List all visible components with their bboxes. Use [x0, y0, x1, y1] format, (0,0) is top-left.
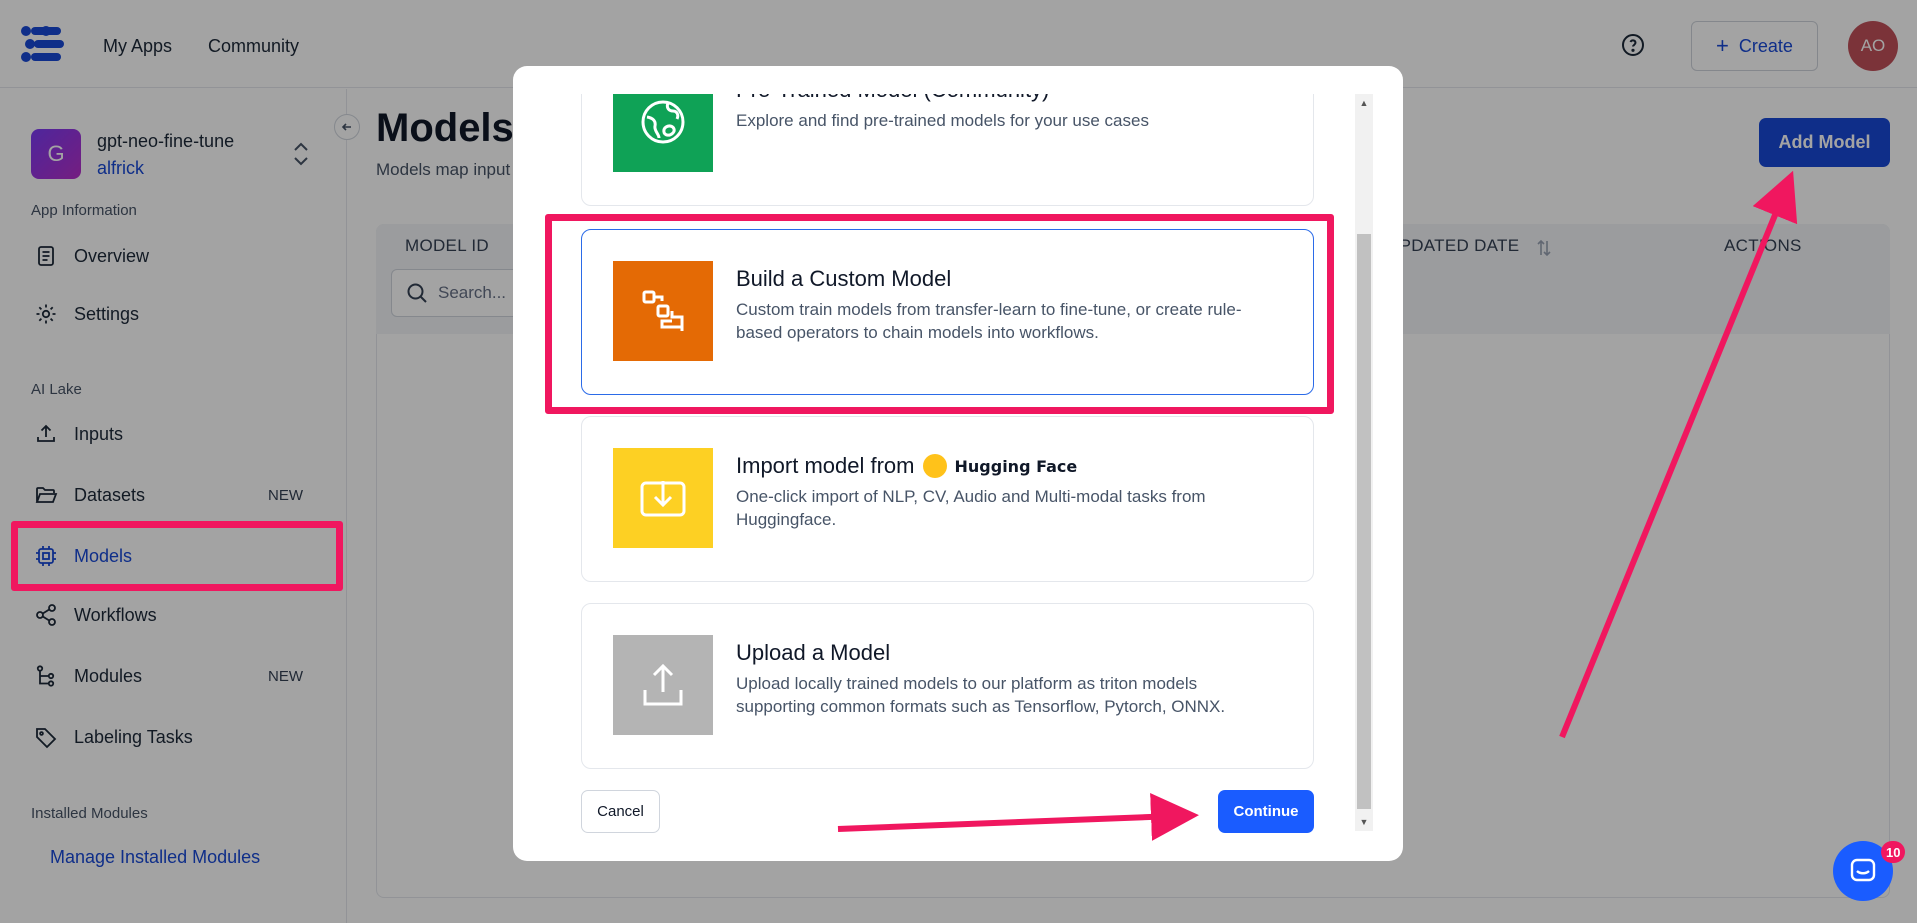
modal-scrollbar[interactable]: ▲ ▼ [1355, 94, 1373, 831]
option-icon-tile [613, 635, 713, 735]
cancel-button[interactable]: Cancel [581, 790, 660, 833]
scrollbar-thumb[interactable] [1357, 234, 1371, 809]
globe-icon [641, 100, 685, 144]
download-icon [640, 481, 686, 517]
option-description: One-click import of NLP, CV, Audio and M… [736, 487, 1206, 529]
option-title: Upload a Model [736, 640, 891, 665]
option-title-row: Import model from Hugging Face [736, 453, 1077, 479]
modal-scroll-area: Pre-Trained Model (Community) Explore an… [513, 94, 1373, 794]
add-model-modal: Pre-Trained Model (Community) Explore an… [513, 66, 1403, 861]
chat-bubble-icon [1850, 858, 1876, 882]
option-title: Import model from [736, 453, 915, 478]
option-pretrained-model[interactable]: Pre-Trained Model (Community) Explore an… [581, 94, 1314, 206]
scroll-up-arrow-icon[interactable]: ▲ [1355, 94, 1373, 112]
highlight-build-custom-model [545, 214, 1334, 414]
option-description: Explore and find pre-trained models for … [736, 111, 1149, 130]
highlight-models-sidebar [11, 521, 343, 591]
continue-button[interactable]: Continue [1218, 790, 1314, 833]
chat-unread-badge: 10 [1881, 841, 1906, 863]
option-import-hugging-face[interactable]: Import model from Hugging Face One-click… [581, 416, 1314, 582]
hugging-face-brand: Hugging Face [954, 456, 1078, 476]
scroll-down-arrow-icon[interactable]: ▼ [1355, 813, 1373, 831]
app-root: My Apps Community + Create AO G gpt-neo-… [0, 0, 1917, 923]
option-icon-tile [613, 94, 713, 172]
hugging-face-logo: Hugging Face [922, 454, 1078, 478]
option-upload-model[interactable]: Upload a Model Upload locally trained mo… [581, 603, 1314, 769]
option-title: Pre-Trained Model (Community) [736, 94, 1049, 103]
option-description: Upload locally trained models to our pla… [736, 674, 1226, 716]
hugging-face-emoji-icon [922, 454, 947, 478]
option-icon-tile [613, 448, 713, 548]
upload-icon [643, 663, 683, 706]
